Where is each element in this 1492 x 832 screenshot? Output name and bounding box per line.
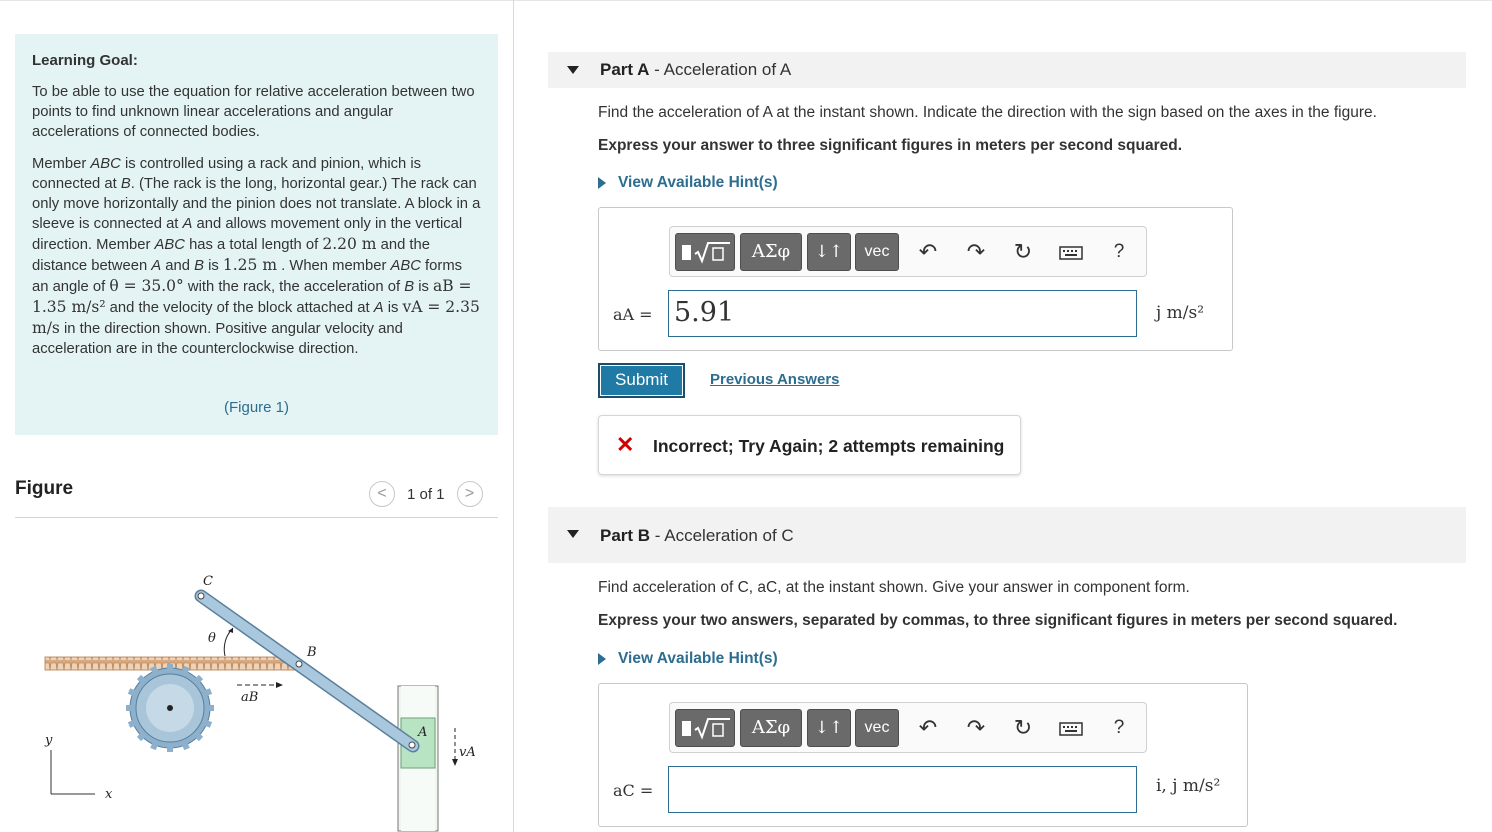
part-b-answer-label: aC = [613, 781, 654, 800]
reset-icon[interactable]: ↻ [1010, 239, 1036, 265]
part-b-header[interactable]: Part B - Acceleration of C [548, 507, 1466, 563]
templates-button[interactable] [675, 233, 735, 271]
vector-button[interactable]: vec [855, 233, 899, 271]
rack-pinion-diagram: C θ B A aB vA y x [44, 574, 476, 832]
math-toolbar: ΑΣφ ↓↑ vec ↶ ↷ ↻ ? [669, 702, 1147, 753]
part-a-title: Part A - Acceleration of A [600, 60, 792, 79]
part-b-answer-box: ΑΣφ ↓↑ vec ↶ ↷ ↻ ? aC = i, j m/s² [598, 683, 1248, 827]
learning-goal-text: To be able to use the equation for relat… [32, 84, 475, 140]
sub-superscript-button[interactable]: ↓↑ [807, 233, 851, 271]
part-a-unit: j m/s² [1156, 303, 1205, 323]
part-b-instruction: Find acceleration of C, aC, at the insta… [598, 579, 1190, 596]
radical-template-icon [682, 718, 730, 740]
part-b-hint-link[interactable]: View Available Hint(s) [598, 650, 778, 668]
submit-button[interactable]: Submit [598, 363, 685, 398]
collapse-triangle-icon[interactable] [567, 66, 579, 74]
figure-page-count: 1 of 1 [407, 485, 445, 503]
math-toolbar: ΑΣφ ↓↑ vec ↶ ↷ ↻ ? [669, 226, 1147, 277]
keyboard-icon[interactable] [1058, 239, 1084, 265]
greek-symbols-button[interactable]: ΑΣφ [740, 709, 802, 747]
part-b-express: Express your two answers, separated by c… [598, 612, 1398, 629]
part-a-express: Express your answer to three significant… [598, 137, 1183, 154]
part-a-instruction: Find the acceleration of A at the instan… [598, 104, 1377, 121]
part-a-header[interactable]: Part A - Acceleration of A [548, 52, 1466, 88]
label-ab: aB [241, 690, 258, 705]
part-b-title: Part B - Acceleration of C [600, 526, 794, 545]
undo-icon[interactable]: ↶ [915, 239, 941, 265]
label-a: A [417, 725, 427, 740]
part-a-answer-box: ΑΣφ ↓↑ vec ↶ ↷ ↻ ? aA = 5.91 j m/s² [598, 207, 1233, 351]
feedback-message: Incorrect; Try Again; 2 attempts remaini… [653, 436, 1005, 456]
learning-goal-panel: Learning Goal: To be able to use the equ… [15, 34, 498, 435]
length-value: 2.20 m [322, 235, 377, 253]
pinion-gear [126, 664, 214, 752]
feedback-box: ✕ Incorrect; Try Again; 2 attempts remai… [598, 415, 1021, 475]
keyboard-icon[interactable] [1058, 715, 1084, 741]
incorrect-x-icon: ✕ [616, 432, 635, 457]
angle-value: θ = 35.0° [109, 277, 184, 295]
sleeve [397, 685, 439, 832]
templates-button[interactable] [675, 709, 735, 747]
expand-triangle-icon [598, 177, 606, 189]
prev-figure-button[interactable]: < [369, 481, 395, 507]
label-x: x [105, 787, 113, 802]
figure-title: Figure [15, 478, 74, 499]
reset-icon[interactable]: ↻ [1010, 715, 1036, 741]
collapse-triangle-icon[interactable] [567, 530, 579, 538]
distance-value: 1.25 m [222, 256, 278, 274]
label-c: C [203, 574, 213, 589]
coordinate-axes [50, 750, 95, 795]
figure-diagram: C θ B A aB vA y x [15, 560, 498, 832]
column-divider [513, 0, 514, 832]
part-b-answer-input[interactable] [668, 766, 1137, 813]
vector-button[interactable]: vec [855, 709, 899, 747]
greek-symbols-button[interactable]: ΑΣφ [740, 233, 802, 271]
part-b-unit: i, j m/s² [1156, 776, 1221, 796]
figure-link[interactable]: (Figure 1) [15, 399, 498, 416]
label-theta: θ [208, 631, 216, 646]
part-a-answer-label: aA = [613, 305, 653, 324]
label-b: B [306, 645, 317, 660]
next-figure-button[interactable]: > [456, 481, 483, 507]
top-border [0, 0, 1492, 1]
problem-statement: Member ABC is controlled using a rack an… [32, 156, 481, 357]
redo-icon[interactable]: ↷ [963, 715, 989, 741]
label-va: vA [459, 745, 476, 760]
learning-goal-title: Learning Goal: [32, 52, 138, 69]
help-icon[interactable]: ? [1106, 715, 1132, 741]
label-y: y [44, 733, 53, 748]
redo-icon[interactable]: ↷ [963, 239, 989, 265]
previous-answers-link[interactable]: Previous Answers [710, 371, 840, 388]
part-a-hint-link[interactable]: View Available Hint(s) [598, 174, 778, 192]
figure-pager: < 1 of 1 > [369, 481, 483, 507]
figure-header: Figure < 1 of 1 > [15, 470, 498, 518]
undo-icon[interactable]: ↶ [915, 715, 941, 741]
radical-template-icon [682, 242, 730, 264]
help-icon[interactable]: ? [1106, 239, 1132, 265]
part-a-answer-input[interactable]: 5.91 [668, 290, 1137, 337]
expand-triangle-icon [598, 653, 606, 665]
sub-superscript-button[interactable]: ↓↑ [807, 709, 851, 747]
